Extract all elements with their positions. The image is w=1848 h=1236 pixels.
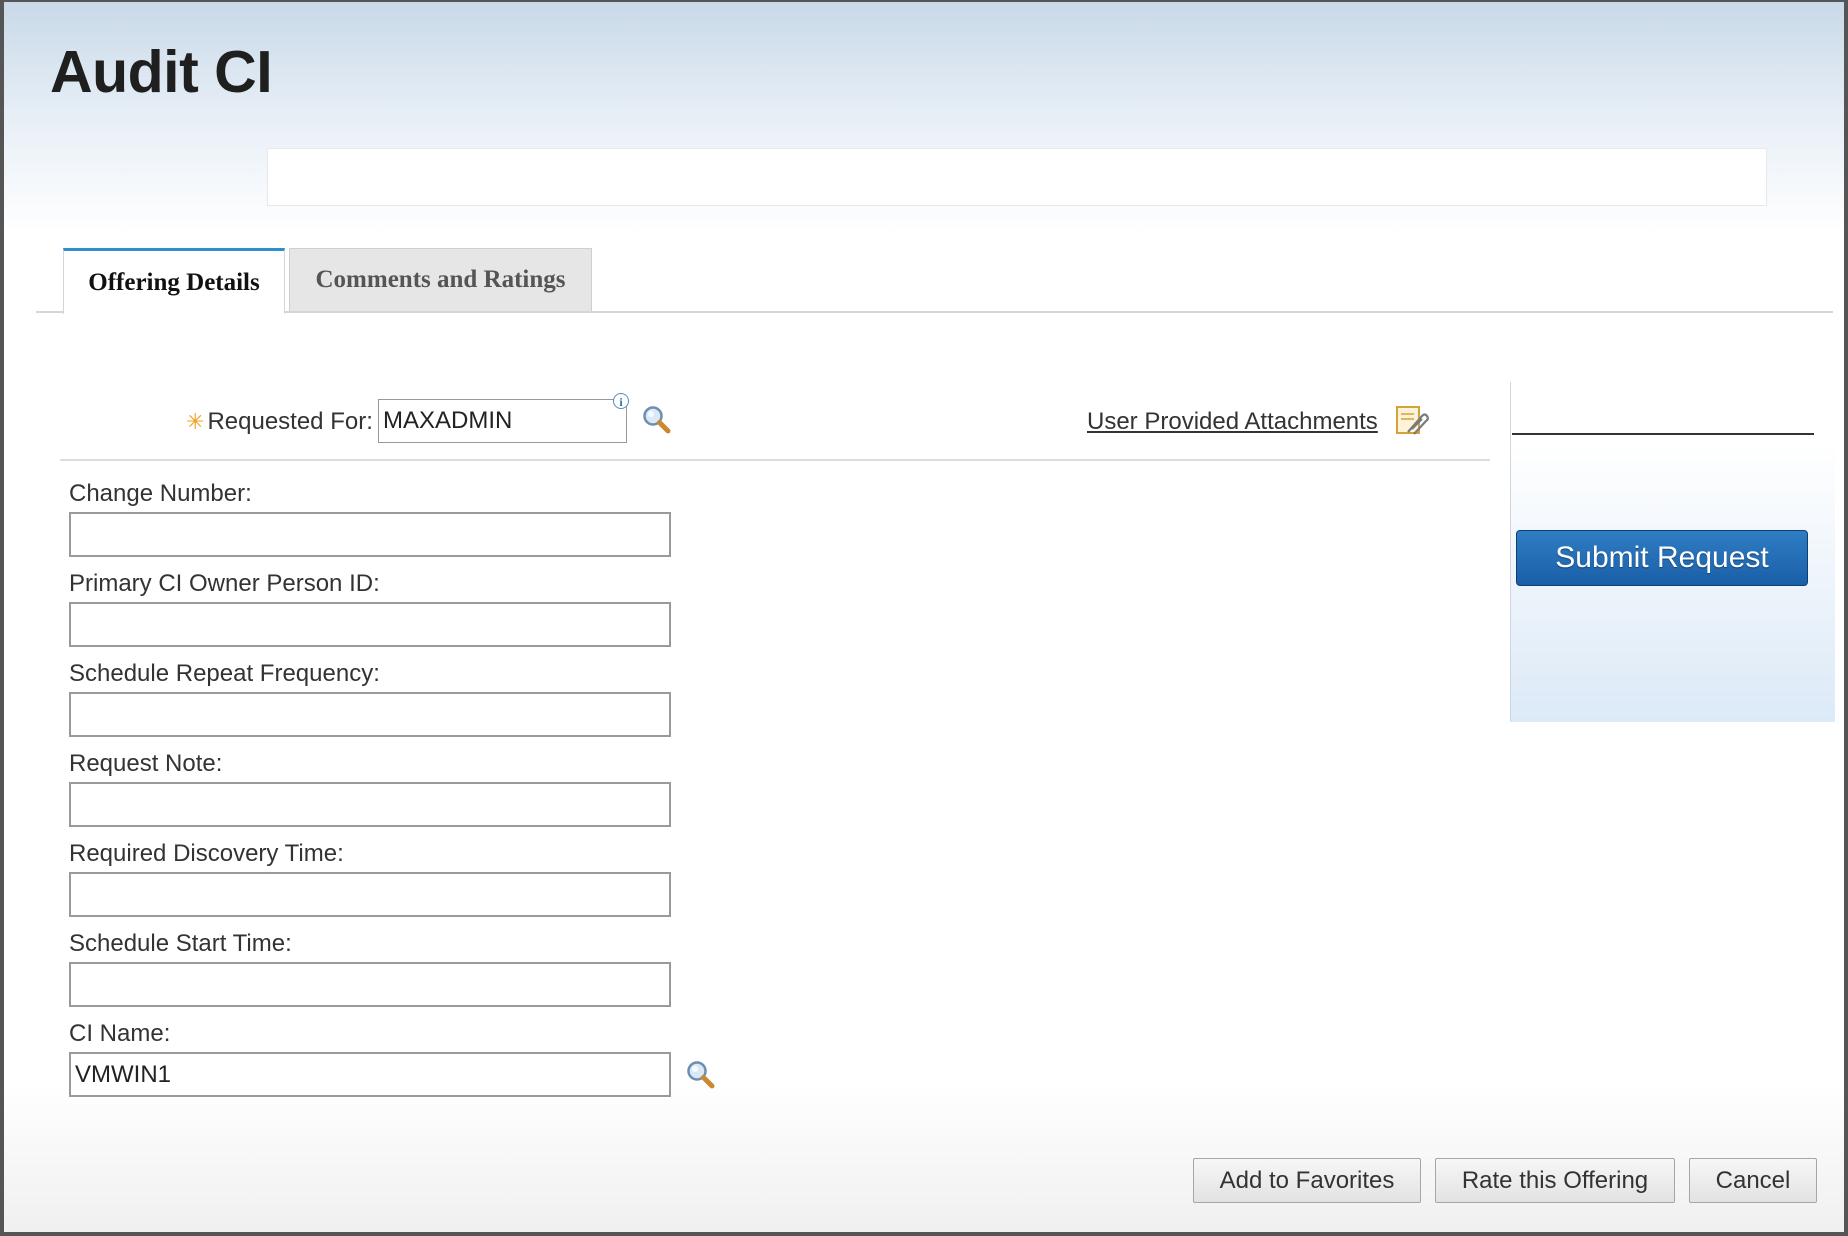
audit-ci-dialog: Audit CI Offering Details Comments and R… [4, 2, 1844, 1232]
rate-this-offering-button[interactable]: Rate this Offering [1435, 1158, 1675, 1203]
required-star-icon: ✳ [186, 409, 205, 434]
description-box [267, 148, 1767, 206]
user-provided-attachments-link[interactable]: User Provided Attachments [1087, 408, 1378, 436]
ci-name-input[interactable] [69, 1052, 671, 1097]
change-number-label: Change Number: [69, 480, 252, 507]
magnifier-icon[interactable] [641, 404, 673, 436]
tab-comments-and-ratings[interactable]: Comments and Ratings [289, 248, 592, 311]
schedule-start-time-input[interactable] [69, 962, 671, 1007]
requested-for-input[interactable] [378, 399, 627, 443]
side-panel-rule [1512, 433, 1814, 435]
schedule-repeat-frequency-label: Schedule Repeat Frequency: [69, 660, 380, 687]
schedule-start-time-label: Schedule Start Time: [69, 930, 292, 957]
primary-ci-owner-input[interactable] [69, 602, 671, 647]
request-note-label: Request Note: [69, 750, 223, 777]
add-to-favorites-button[interactable]: Add to Favorites [1193, 1158, 1421, 1203]
required-discovery-time-input[interactable] [69, 872, 671, 917]
page-title: Audit CI [50, 39, 273, 105]
schedule-repeat-frequency-input[interactable] [69, 692, 671, 737]
tab-strip-divider [36, 311, 1833, 313]
ci-name-magnifier-icon[interactable] [685, 1059, 717, 1091]
submit-request-button[interactable]: Submit Request [1516, 530, 1808, 586]
requested-for-label: ✳ Requested For: [186, 408, 373, 435]
attachment-edit-icon[interactable] [1394, 402, 1430, 438]
required-discovery-time-label: Required Discovery Time: [69, 840, 344, 867]
requested-for-row: ✳Requested For: i User Provided Attachme… [60, 392, 1490, 462]
tab-offering-details[interactable]: Offering Details [63, 248, 285, 314]
ci-name-label: CI Name: [69, 1020, 171, 1047]
info-icon[interactable]: i [613, 393, 629, 409]
change-number-input[interactable] [69, 512, 671, 557]
requested-for-separator [60, 459, 1490, 461]
cancel-button[interactable]: Cancel [1689, 1158, 1817, 1203]
request-note-input[interactable] [69, 782, 671, 827]
primary-ci-owner-label: Primary CI Owner Person ID: [69, 570, 380, 597]
